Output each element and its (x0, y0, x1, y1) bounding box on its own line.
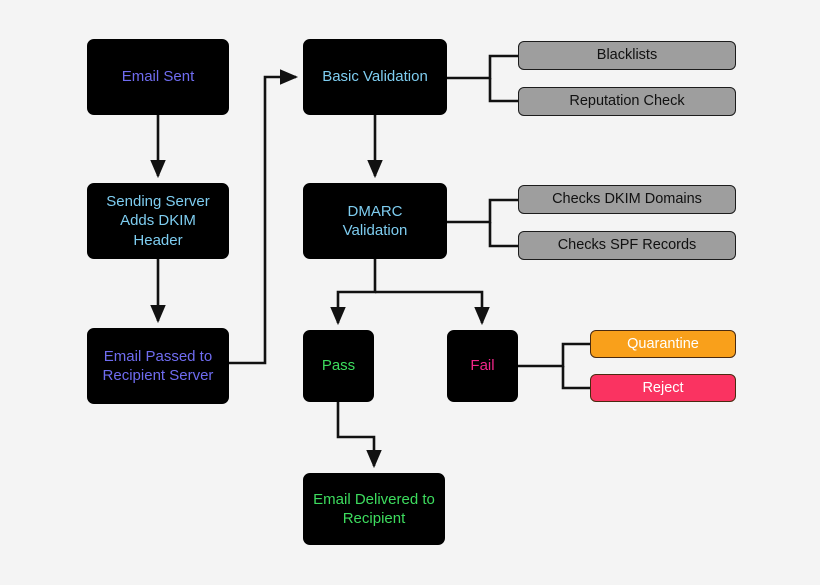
node-email-sent[interactable]: Email Sent (87, 39, 229, 115)
node-label-fail: Fail (470, 357, 495, 375)
node-checks-dkim-domains[interactable]: Checks DKIM Domains (518, 185, 736, 214)
edge-pass-to-email-delivered (336, 402, 382, 469)
node-label-quarantine: Quarantine (627, 335, 699, 352)
edge-email-passed-to-basic-validation (229, 69, 299, 365)
edge-basic-validation-to-blacklists (447, 54, 518, 80)
edge-dmarc-to-pass (330, 259, 377, 326)
edge-dmarc-to-fail (375, 290, 490, 326)
edge-dmarc-to-checks-dkim-domains (447, 198, 518, 224)
node-label-sending-server-dkim: Sending Server Adds DKIM Header (106, 193, 210, 249)
node-basic-validation[interactable]: Basic Validation (303, 39, 447, 115)
edge-fail-to-quarantine (518, 342, 590, 368)
node-dmarc-validation[interactable]: DMARC Validation (303, 183, 447, 259)
flowchart-diagram: Email Sent Sending Server Adds DKIM Heade… (0, 0, 820, 585)
edge-basic-validation-to-reputation-check (488, 78, 518, 103)
node-label-reject: Reject (642, 379, 684, 396)
node-label-blacklists: Blacklists (596, 47, 658, 64)
edges-group (150, 54, 590, 469)
node-label-reputation-check: Reputation Check (569, 93, 685, 110)
node-label-dmarc-validation: DMARC Validation (342, 202, 408, 239)
node-email-passed-recipient[interactable]: Email Passed to Recipient Server (87, 328, 229, 404)
node-label-basic-validation: Basic Validation (322, 68, 428, 86)
node-reputation-check[interactable]: Reputation Check (518, 87, 736, 116)
node-label-checks-spf-records: Checks SPF Records (557, 237, 697, 254)
node-label-email-passed-recipient: Email Passed to Recipient Server (102, 347, 214, 384)
node-label-email-delivered: Email Delivered to Recipient (313, 490, 435, 527)
node-label-checks-dkim-domains: Checks DKIM Domains (552, 191, 702, 208)
node-checks-spf-records[interactable]: Checks SPF Records (518, 231, 736, 260)
node-email-delivered[interactable]: Email Delivered to Recipient (303, 473, 445, 545)
node-reject[interactable]: Reject (590, 374, 736, 402)
edge-dmarc-to-checks-spf-records (488, 222, 518, 248)
node-fail[interactable]: Fail (447, 330, 518, 402)
node-quarantine[interactable]: Quarantine (590, 330, 736, 358)
node-label-pass: Pass (321, 357, 356, 375)
edge-fail-to-reject (561, 366, 590, 390)
node-sending-server-dkim[interactable]: Sending Server Adds DKIM Header (87, 183, 229, 259)
node-pass[interactable]: Pass (303, 330, 374, 402)
node-blacklists[interactable]: Blacklists (518, 41, 736, 70)
node-label-email-sent: Email Sent (121, 68, 195, 86)
